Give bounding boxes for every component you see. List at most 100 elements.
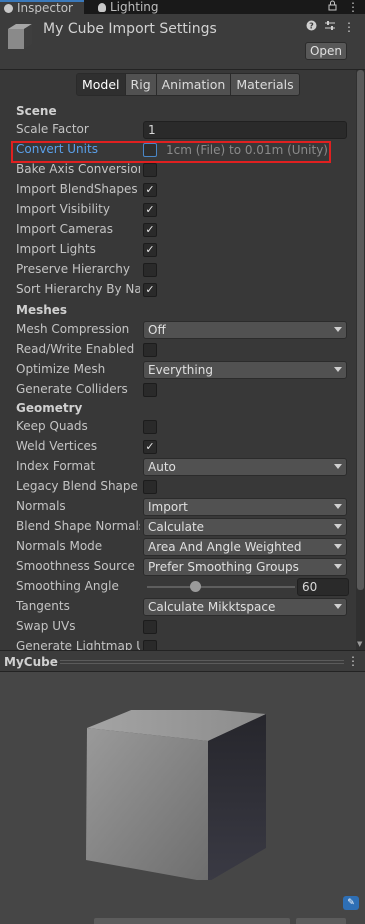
row-normals: Normals Import <box>0 497 356 517</box>
legacy-blend-checkbox[interactable] <box>143 480 157 494</box>
tag-icon[interactable]: ✎ <box>343 896 359 910</box>
sliders-icon[interactable] <box>324 20 336 34</box>
smoothness-source-value: Prefer Smoothing Groups <box>148 560 299 574</box>
normals-dropdown[interactable]: Import <box>143 498 347 516</box>
blend-shape-normals-value: Calculate <box>148 520 205 534</box>
open-button[interactable]: Open <box>305 42 347 60</box>
help-icon[interactable]: ? <box>306 20 317 34</box>
legacy-blend-label: Legacy Blend Shape Normals <box>16 479 140 493</box>
tab-animation[interactable]: Animation <box>156 74 232 95</box>
import-blendshapes-checkbox[interactable]: ✓ <box>143 183 157 197</box>
kebab-icon[interactable]: ⋮ <box>347 654 359 668</box>
preview-bottom-dropdown[interactable] <box>296 918 346 924</box>
tangents-label: Tangents <box>16 599 70 613</box>
bake-axis-checkbox[interactable] <box>143 163 157 177</box>
section-scene-heading: Scene <box>16 104 57 118</box>
info-icon <box>4 3 13 13</box>
import-cameras-checkbox[interactable]: ✓ <box>143 223 157 237</box>
preview-bottom-field[interactable] <box>94 918 290 924</box>
row-smoothing-angle: Smoothing Angle 60 <box>0 577 356 597</box>
smoothing-angle-slider[interactable] <box>147 586 295 588</box>
keep-quads-label: Keep Quads <box>16 419 88 433</box>
scale-factor-field[interactable]: 1 <box>143 121 347 139</box>
index-format-dropdown[interactable]: Auto <box>143 458 347 476</box>
mesh-compression-label: Mesh Compression <box>16 322 130 336</box>
optimize-mesh-value: Everything <box>148 363 213 377</box>
row-scale-factor: Scale Factor 1 <box>0 120 356 140</box>
chevron-down-icon <box>334 544 342 549</box>
scale-factor-label: Scale Factor <box>16 122 89 136</box>
tab-materials[interactable]: Materials <box>231 74 299 95</box>
normals-value: Import <box>148 500 188 514</box>
chevron-down-icon <box>334 524 342 529</box>
kebab-icon[interactable]: ⋮ <box>347 0 359 14</box>
section-geometry-heading: Geometry <box>16 401 83 415</box>
smoothness-source-dropdown[interactable]: Prefer Smoothing Groups <box>143 558 347 576</box>
row-tangents: Tangents Calculate Mikktspace <box>0 597 356 617</box>
preview-header: MyCube ⋮ <box>0 650 365 672</box>
tab-model[interactable]: Model <box>77 74 126 95</box>
optimize-mesh-label: Optimize Mesh <box>16 362 106 376</box>
header-icons: ? ⋮ <box>306 20 355 34</box>
swap-uvs-checkbox[interactable] <box>143 620 157 634</box>
bulb-icon <box>98 2 106 12</box>
generate-lightmap-checkbox[interactable] <box>143 640 157 650</box>
smoothing-angle-slider-handle[interactable] <box>190 581 201 592</box>
preserve-hierarchy-checkbox[interactable] <box>143 263 157 277</box>
weld-vertices-checkbox[interactable]: ✓ <box>143 440 157 454</box>
tab-rig[interactable]: Rig <box>125 74 157 95</box>
import-cameras-label: Import Cameras <box>16 222 113 236</box>
tangents-value: Calculate Mikktspace <box>148 600 276 614</box>
cube-preview-image <box>86 710 266 880</box>
row-smoothness-source: Smoothness Source Prefer Smoothing Group… <box>0 557 356 577</box>
row-generate-lightmap: Generate Lightmap UVs <box>0 637 356 650</box>
row-swap-uvs: Swap UVs <box>0 617 356 637</box>
inspector-header: My Cube Import Settings ? ⋮ Open <box>0 14 365 70</box>
kebab-icon[interactable]: ⋮ <box>343 20 355 34</box>
index-format-label: Index Format <box>16 459 96 473</box>
chevron-down-icon <box>334 367 342 372</box>
blend-shape-normals-dropdown[interactable]: Calculate <box>143 518 347 536</box>
preview-title: MyCube <box>4 655 58 669</box>
smoothness-source-label: Smoothness Source <box>16 559 135 573</box>
scrollbar-thumb[interactable] <box>357 70 364 590</box>
generate-colliders-label: Generate Colliders <box>16 382 128 396</box>
mesh-compression-dropdown[interactable]: Off <box>143 321 347 339</box>
generate-colliders-checkbox[interactable] <box>143 383 157 397</box>
row-mesh-compression: Mesh Compression Off <box>0 320 356 340</box>
lock-icon[interactable] <box>328 0 337 14</box>
row-import-blendshapes: Import BlendShapes ✓ <box>0 180 356 200</box>
smoothing-angle-field[interactable]: 60 <box>297 578 349 596</box>
row-import-lights: Import Lights ✓ <box>0 240 356 260</box>
inspector-scrollbar[interactable]: ▼ <box>356 70 365 650</box>
chevron-down-icon <box>334 327 342 332</box>
optimize-mesh-dropdown[interactable]: Everything <box>143 361 347 379</box>
import-lights-checkbox[interactable]: ✓ <box>143 243 157 257</box>
import-visibility-checkbox[interactable]: ✓ <box>143 203 157 217</box>
preserve-hierarchy-label: Preserve Hierarchy <box>16 262 130 276</box>
index-format-value: Auto <box>148 460 176 474</box>
tab-inspector[interactable]: Inspector <box>0 0 84 15</box>
row-read-write: Read/Write Enabled <box>0 340 356 360</box>
row-keep-quads: Keep Quads <box>0 417 356 437</box>
sort-hierarchy-checkbox[interactable]: ✓ <box>143 283 157 297</box>
row-preserve-hierarchy: Preserve Hierarchy <box>0 260 356 280</box>
tab-lighting[interactable]: Lighting <box>98 0 178 14</box>
mesh-preview[interactable]: ✎ <box>0 672 365 924</box>
normals-mode-value: Area And Angle Weighted <box>148 540 302 554</box>
normals-mode-dropdown[interactable]: Area And Angle Weighted <box>143 538 347 556</box>
convert-units-highlight <box>11 141 331 163</box>
row-import-visibility: Import Visibility ✓ <box>0 200 356 220</box>
read-write-checkbox[interactable] <box>143 343 157 357</box>
blend-shape-normals-label: Blend Shape Normals <box>16 519 140 533</box>
tangents-dropdown[interactable]: Calculate Mikktspace <box>143 598 347 616</box>
preview-drag-handle[interactable] <box>60 660 344 664</box>
row-bake-axis: Bake Axis Conversion <box>0 160 356 180</box>
normals-mode-label: Normals Mode <box>16 539 103 553</box>
smoothing-angle-label: Smoothing Angle <box>16 579 119 593</box>
keep-quads-checkbox[interactable] <box>143 420 157 434</box>
scroll-down-arrow-icon[interactable]: ▼ <box>357 640 362 648</box>
read-write-label: Read/Write Enabled <box>16 342 135 356</box>
import-visibility-label: Import Visibility <box>16 202 110 216</box>
section-meshes-heading: Meshes <box>16 303 68 317</box>
